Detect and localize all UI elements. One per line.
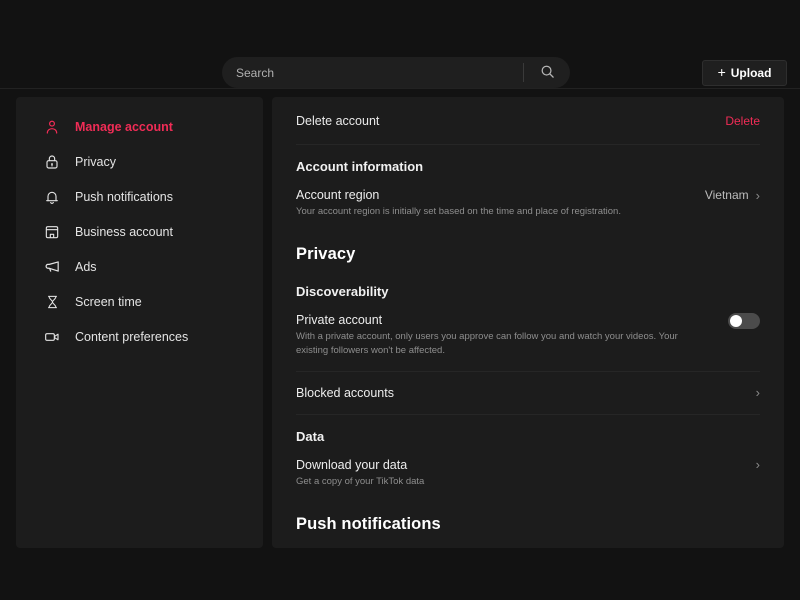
download-data-desc: Get a copy of your TikTok data [296, 476, 425, 488]
private-account-desc: With a private account, only users you a… [296, 330, 678, 356]
hourglass-icon [43, 293, 61, 311]
account-region-value-group[interactable]: Vietnam › [705, 188, 760, 202]
account-region-desc: Your account region is initially set bas… [296, 206, 621, 217]
person-icon [43, 118, 61, 136]
discoverability-heading: Discoverability [296, 283, 389, 299]
download-data-text: Download your data Get a copy of your Ti… [296, 458, 424, 489]
delete-account-label: Delete account [296, 113, 380, 128]
private-account-text: Private account With a private account, … [296, 313, 692, 358]
sidebar-item-label: Business account [75, 224, 173, 239]
sidebar-item-label: Privacy [75, 154, 116, 169]
sidebar-item-label: Ads [75, 259, 97, 274]
chevron-right-icon: › [755, 385, 760, 401]
sidebar-item-business-account[interactable]: Business account [16, 214, 263, 249]
account-region-title: Account region [296, 188, 380, 202]
storefront-icon [43, 223, 61, 241]
account-region-value: Vietnam [704, 188, 749, 202]
sidebar-item-screen-time[interactable]: Screen time [16, 284, 263, 319]
sidebar-item-manage-account[interactable]: Manage account [16, 109, 263, 144]
push-notifications-section-heading: Push notifications [296, 515, 441, 534]
download-data-title: Download your data [296, 458, 408, 473]
sidebar-item-privacy[interactable]: Privacy [16, 144, 263, 179]
sidebar-item-label: Content preferences [75, 329, 189, 344]
sidebar-item-push-notifications[interactable]: Push notifications [16, 179, 263, 214]
account-region-row[interactable]: Account region Your account region is in… [272, 188, 784, 219]
chevron-right-icon: › [755, 457, 760, 473]
search-input[interactable] [222, 65, 523, 80]
search-bar[interactable] [222, 57, 570, 88]
search-button[interactable] [524, 57, 570, 88]
private-account-toggle[interactable] [728, 312, 760, 329]
upload-button[interactable]: + Upload [702, 60, 787, 86]
sidebar-item-ads[interactable]: Ads [16, 249, 263, 284]
delete-account-row[interactable]: Delete account Delete [272, 97, 784, 144]
sidebar-item-content-preferences[interactable]: Content preferences [16, 319, 263, 354]
account-information-heading: Account information [296, 159, 424, 174]
bell-icon [43, 188, 61, 206]
delete-account-action[interactable]: Delete [725, 114, 760, 128]
private-account-title: Private account [296, 312, 383, 327]
private-account-row[interactable]: Private account With a private account, … [272, 312, 784, 358]
top-header: + Upload [0, 0, 800, 89]
sidebar-item-label: Manage account [75, 119, 173, 134]
settings-sidebar: Manage account Privacy Push notification… [16, 97, 263, 548]
settings-content-panel: Delete account Delete Account informatio… [272, 97, 784, 548]
lock-icon [43, 153, 61, 171]
upload-label: Upload [730, 66, 772, 80]
data-heading: Data [296, 429, 325, 445]
blocked-accounts-title: Blocked accounts [296, 386, 394, 401]
plus-icon: + [717, 64, 726, 80]
megaphone-icon [43, 258, 61, 276]
video-camera-icon [43, 328, 61, 346]
sidebar-item-label: Screen time [75, 294, 142, 309]
download-your-data-row[interactable]: Download your data Get a copy of your Ti… [272, 458, 784, 489]
sidebar-item-label: Push notifications [75, 189, 173, 204]
privacy-section-heading: Privacy [296, 244, 356, 263]
search-icon [540, 64, 555, 82]
toggle-knob [730, 314, 742, 327]
blocked-accounts-row[interactable]: Blocked accounts › [272, 386, 784, 400]
chevron-right-icon: › [755, 187, 760, 203]
account-region-text: Account region Your account region is in… [296, 188, 621, 219]
